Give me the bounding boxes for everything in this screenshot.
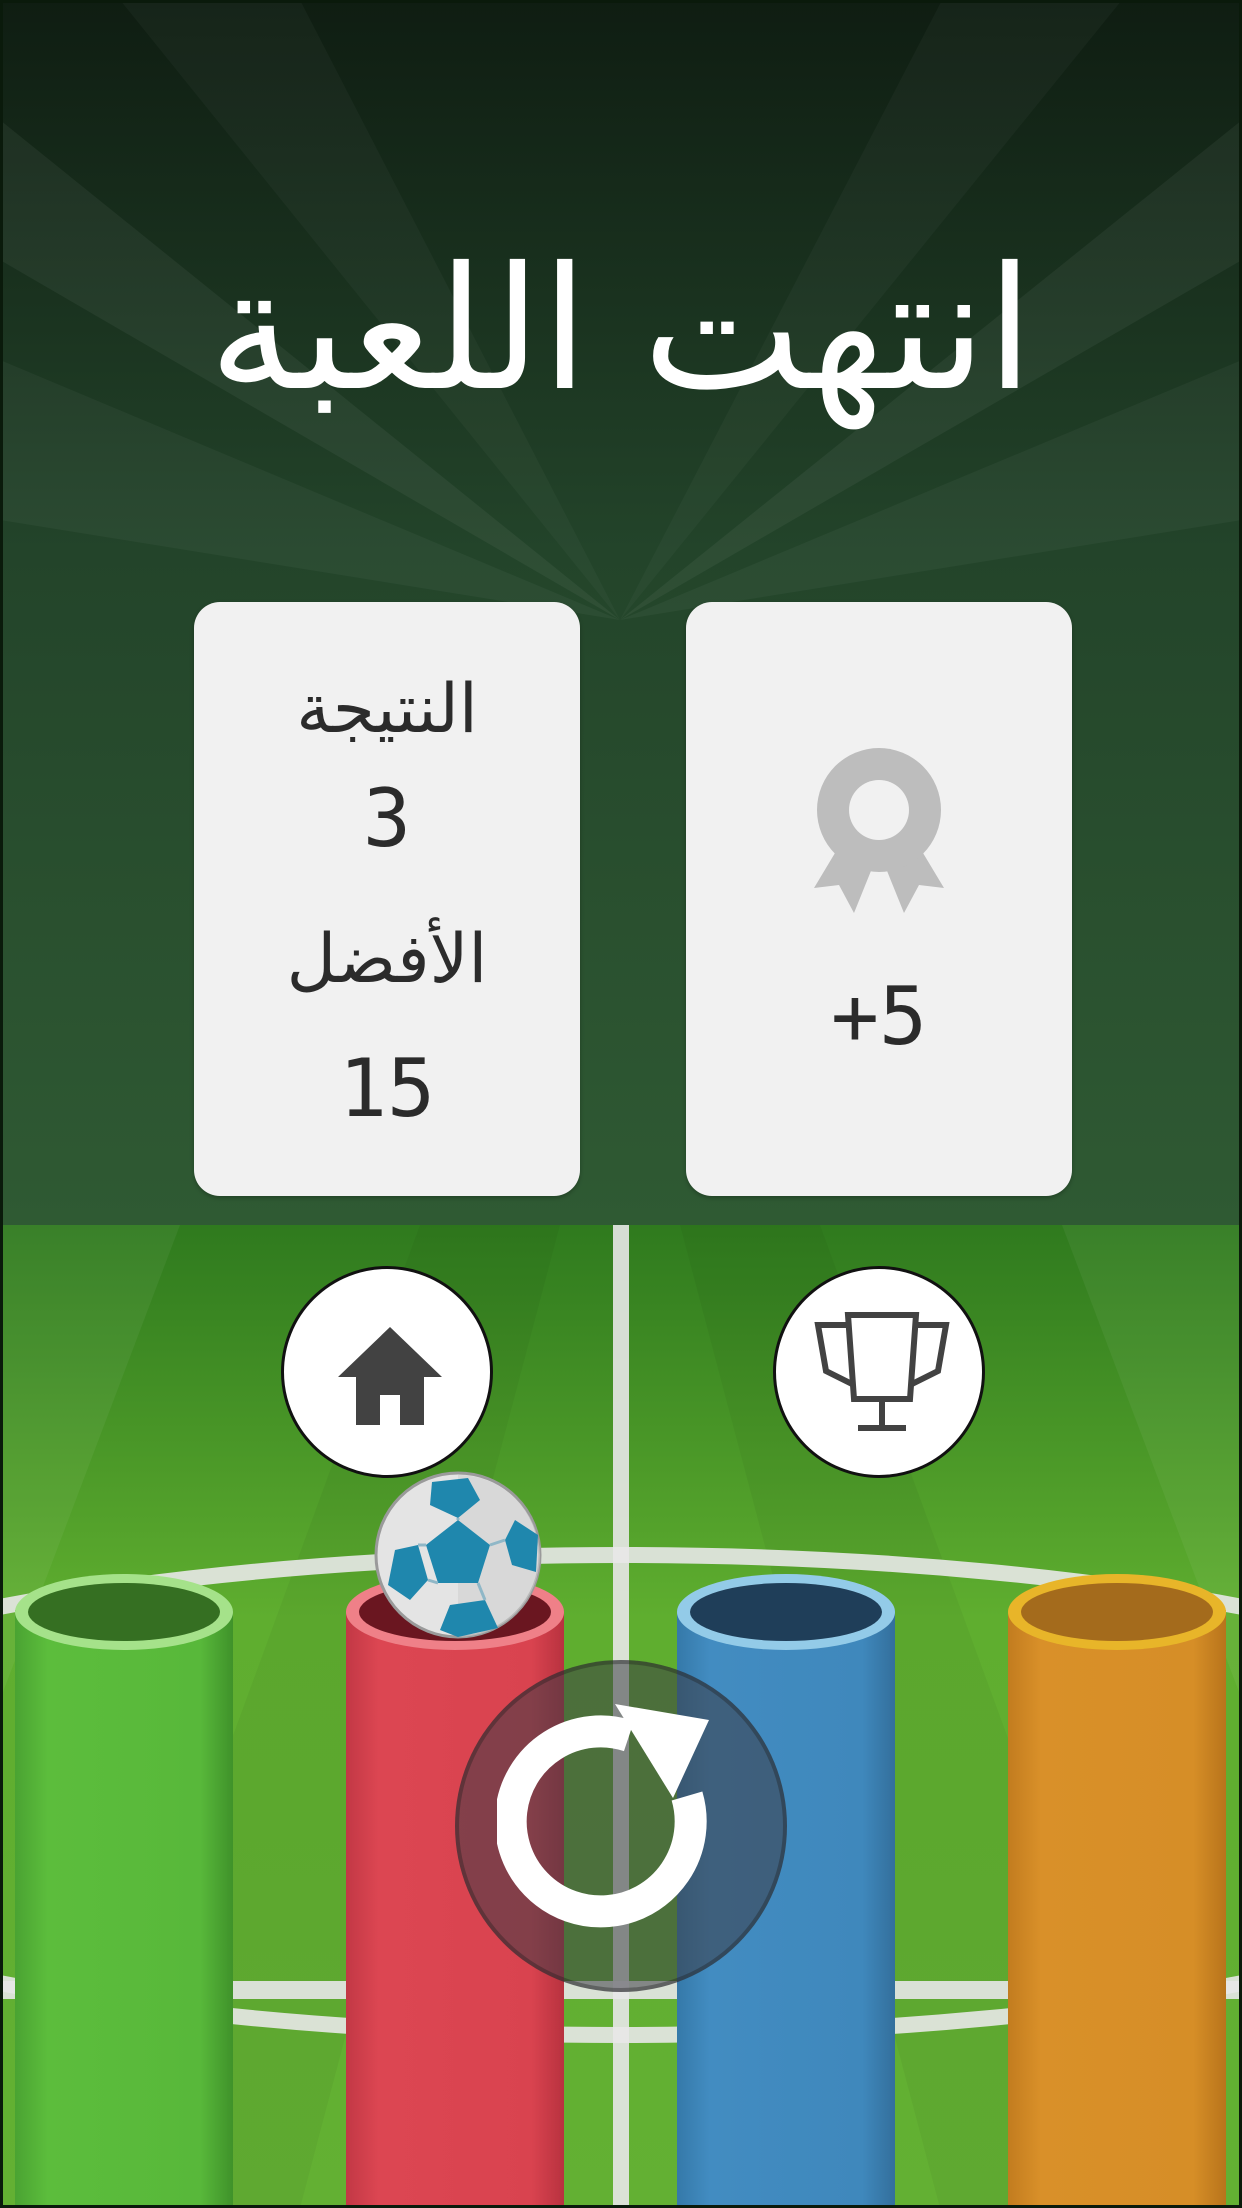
replay-button[interactable] — [455, 1660, 787, 1992]
tube-green — [15, 1574, 233, 2208]
score-value: 3 — [362, 772, 412, 865]
score-card: النتيجة 3 الأفضل 15 — [194, 602, 580, 1196]
best-label: الأفضل — [286, 920, 488, 999]
leaderboard-button[interactable] — [773, 1266, 985, 1478]
tube-orange — [1008, 1574, 1226, 2208]
home-button[interactable] — [281, 1266, 493, 1478]
trophy-icon — [814, 1312, 950, 1431]
score-label: النتيجة — [296, 670, 478, 749]
best-value: 15 — [338, 1042, 436, 1135]
reward-value: +5 — [830, 970, 928, 1063]
home-icon — [338, 1327, 442, 1425]
reward-card: +5 — [686, 602, 1072, 1196]
game-over-title: انتهت اللعبة — [208, 231, 1034, 429]
award-ribbon-icon — [814, 748, 944, 913]
soccer-ball — [374, 1471, 542, 1639]
replay-icon — [497, 1704, 709, 1928]
